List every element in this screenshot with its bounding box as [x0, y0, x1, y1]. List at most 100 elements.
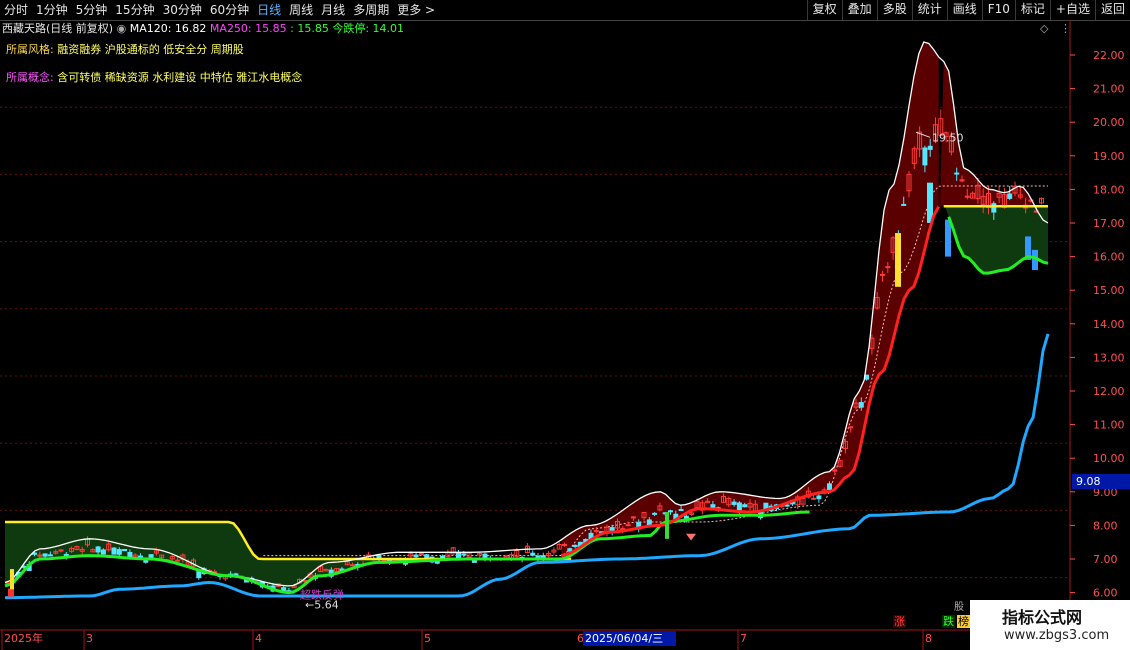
toolbar-buttons: 复权 叠加 多股 统计 画线 F10 标记 +自选 返回	[806, 0, 1130, 20]
candle-body-137	[731, 501, 737, 505]
price-tick-11: 11.00	[1093, 419, 1125, 432]
price-tick-7: 15.00	[1093, 284, 1125, 297]
toolbar-button-0[interactable]: 复权	[806, 0, 842, 20]
candle-body-189	[1007, 193, 1013, 199]
time-label-2: 4	[255, 632, 262, 645]
candle-body-17	[95, 546, 101, 553]
watermark-url: www.zbgs3.com	[1004, 628, 1110, 643]
candle-body-7	[42, 553, 48, 557]
candle-body-179	[954, 172, 960, 175]
time-label-5: 8	[925, 632, 932, 645]
period-tab-4[interactable]: 30分钟	[159, 0, 206, 20]
watermark-panel: 股 指标公式网 www.zbgs3.com	[954, 600, 1130, 650]
current-price-badge: 9.08	[1072, 474, 1130, 489]
price-tick-1: 21.00	[1093, 83, 1125, 96]
toolbar: 分时 1分钟 5分钟 15分钟 30分钟 60分钟 日线 周线 月线 多周期 更多 > 复权 叠加 多股…	[0, 0, 1130, 21]
candle-body-21	[116, 549, 122, 555]
candle-body-99	[530, 552, 536, 556]
candle-body-85	[456, 552, 461, 559]
candle-body-169	[901, 203, 907, 206]
toolbar-button-2[interactable]: 多股	[876, 0, 912, 20]
signal-die: 跌	[942, 615, 955, 628]
watermark-title: 指标公式网	[1002, 608, 1083, 627]
signal-bang: 榜	[957, 615, 970, 628]
price-tick-5: 17.00	[1093, 217, 1125, 230]
candle-body-122	[652, 512, 658, 515]
candle-body-156	[832, 469, 838, 472]
price-tick-8: 14.00	[1093, 318, 1125, 331]
period-tab-6[interactable]: 日线	[253, 0, 285, 20]
candle-body-101	[540, 555, 546, 559]
period-tab-0[interactable]: 分时	[0, 0, 32, 20]
candle-body-155	[827, 483, 832, 490]
period-tab-9[interactable]: 多周期	[349, 0, 393, 20]
time-label-3: 5	[424, 632, 431, 645]
marker-left	[8, 588, 14, 597]
indicator-info: 西藏天路(日线 前复权) ◉ MA120: 16.82 MA250: 15.85…	[2, 21, 404, 37]
candle-body-117	[625, 524, 631, 527]
toolbar-button-1[interactable]: 叠加	[841, 0, 877, 20]
candle-body-10	[58, 549, 64, 552]
green-bar	[665, 511, 669, 539]
candle-body-27	[148, 554, 154, 558]
candle-body-159	[848, 426, 854, 429]
concept-tags: 所属概念: 含可转债 稀缺资源 水利建设 中特估 雅江水电概念	[6, 69, 302, 85]
toolbar-button-5[interactable]: F10	[981, 0, 1015, 20]
high-annotation: 19.50	[932, 131, 964, 144]
low-rebound-label: 超跌反弹	[300, 587, 344, 601]
toolbar-button-6[interactable]: 标记	[1014, 0, 1050, 20]
period-tab-5[interactable]: 60分钟	[206, 0, 253, 20]
price-tick-9: 13.00	[1093, 351, 1125, 364]
toolbar-button-7[interactable]: +自选	[1049, 0, 1095, 20]
candle-body-139	[742, 504, 748, 508]
style-tags: 所属风格: 融资融券 沪股通标的 低安全分 周期股	[6, 41, 244, 57]
concept-value: 含可转债 稀缺资源 水利建设 中特估 雅江水电概念	[57, 71, 303, 84]
toolbar-button-3[interactable]: 统计	[911, 0, 947, 20]
style-value: 融资融券 沪股通标的 低安全分 周期股	[57, 43, 244, 56]
period-tab-3[interactable]: 15分钟	[111, 0, 158, 20]
toolbar-button-8[interactable]: 返回	[1094, 0, 1130, 20]
truncated-label: 股	[954, 602, 964, 613]
diamond-icon[interactable]: ◇	[1040, 22, 1048, 35]
settings-icon[interactable]: ◉	[117, 22, 127, 35]
period-tab-2[interactable]: 5分钟	[72, 0, 112, 20]
yellow-bar-left	[10, 569, 14, 590]
down-triangle	[686, 533, 696, 541]
highlight-candle-0	[895, 233, 901, 287]
candle-body-77	[413, 554, 419, 558]
candle-body-18	[100, 549, 106, 555]
ma250-label: MA250: 15.85	[209, 22, 287, 35]
candle-body-161	[858, 402, 864, 408]
candle-body-152	[811, 497, 817, 500]
price-tick-14: 8.00	[1093, 519, 1118, 532]
candle-body-36	[196, 571, 202, 579]
cursor-prefix: 6	[577, 632, 584, 645]
price-tick-12: 10.00	[1093, 452, 1125, 465]
candle-body-125	[668, 510, 673, 513]
period-tab-7[interactable]: 周线	[285, 0, 317, 20]
limit-label: 今跌停: 14.01	[332, 22, 405, 35]
toolbar-button-4[interactable]: 画线	[946, 0, 982, 20]
period-tab-10[interactable]: 更多 >	[393, 0, 439, 20]
candle-body-107	[572, 544, 578, 548]
options-icon[interactable]: ⋮	[1060, 22, 1071, 35]
candle-body-186	[991, 203, 997, 213]
candle-body-133	[710, 504, 716, 508]
price-tick-0: 22.00	[1093, 49, 1125, 62]
candle-body-147	[784, 504, 790, 507]
candle-body-32	[175, 559, 181, 562]
price-tick-10: 12.00	[1093, 385, 1125, 398]
price-tick-3: 19.00	[1093, 150, 1125, 163]
period-tab-1[interactable]: 1分钟	[32, 0, 72, 20]
extra-label: : 15.85	[290, 22, 329, 35]
time-label-4: 7	[740, 632, 747, 645]
cursor-date: 2025/06/04/三	[585, 632, 663, 645]
time-label-1: 3	[86, 632, 93, 645]
highlight-candle-2	[945, 219, 951, 257]
period-tabs: 分时 1分钟 5分钟 15分钟 30分钟 60分钟 日线 周线 月线 多周期 更多 >	[0, 0, 439, 20]
candle-body-153	[816, 495, 822, 500]
kline-chart[interactable]: 19.50←5.64超跌反弹22.0021.0020.0019.0018.001…	[0, 20, 1130, 650]
candle-body-138	[736, 502, 742, 511]
candle-body-65	[350, 564, 355, 567]
period-tab-8[interactable]: 月线	[317, 0, 349, 20]
